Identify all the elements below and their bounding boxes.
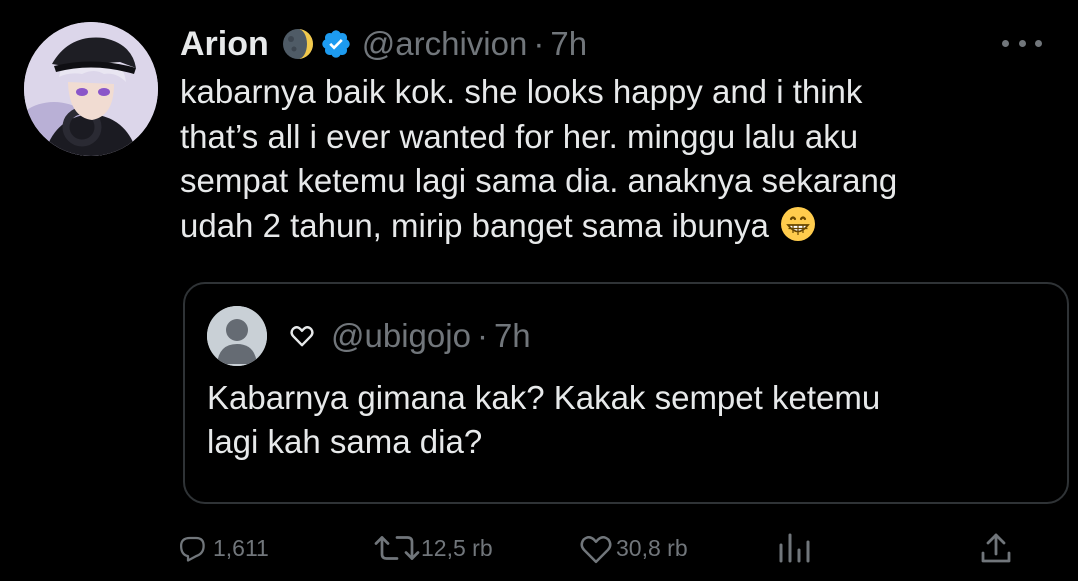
tweet-text-line: that’s all i ever wanted for her. minggu… [180,117,859,155]
tweet-text-line: sempat ketemu lagi sama dia. anaknya sek… [180,162,898,199]
retweet-button[interactable]: 12,5 rb [373,526,493,570]
quoted-tweet[interactable]: @ubigojo · 7h Kabarnya gimana kak? Kakak… [183,282,1069,504]
tweet-text-line: kabarnya baik kok. she looks happy and i… [180,73,863,110]
quoted-handle[interactable]: @ubigojo [331,317,471,355]
like-icon [578,532,614,564]
heart-symbol-icon [289,323,315,349]
default-avatar-icon[interactable] [207,306,267,366]
tweet-text-line-last: udah 2 tahun, mirip banget sama ibunya [180,204,1050,255]
quoted-text-line: lagi kah sama dia? [207,423,483,460]
retweet-count: 12,5 rb [421,534,493,561]
header-separator: · [533,25,545,62]
verified-badge-icon [320,28,352,60]
tweet-header: Arion @archivion · 7h [180,22,587,66]
reply-count: 1,611 [213,534,269,561]
reply-icon [178,533,208,563]
quoted-tweet-header: @ubigojo · 7h [289,314,531,358]
retweet-icon [373,533,421,563]
moon-emoji-icon [281,27,315,61]
quoted-timestamp[interactable]: 7h [494,317,531,355]
action-bar: 1,611 12,5 rb 30,8 rb [0,526,1078,570]
grinning-emoji-icon [779,205,817,255]
tweet-text: kabarnya baik kok. she looks happy and i… [180,70,1050,254]
quoted-text: Kabarnya gimana kak? Kakak sempet ketemu… [207,376,1047,464]
quoted-separator: · [476,317,488,354]
tweet-text-line: udah 2 tahun, mirip banget sama ibunya [180,206,769,244]
like-count: 30,8 rb [616,534,688,561]
analytics-button[interactable] [778,526,812,570]
quoted-text-line: Kabarnya gimana kak? Kakak sempet ketemu [207,379,881,416]
avatar-illustration [24,22,158,156]
reply-button[interactable]: 1,611 [178,526,269,570]
more-icon[interactable] [1002,28,1042,58]
like-button[interactable]: 30,8 rb [578,526,688,570]
author-handle[interactable]: @archivion [362,25,528,63]
analytics-icon [778,531,812,565]
share-button[interactable] [979,526,1013,570]
tweet-timestamp[interactable]: 7h [550,25,587,63]
author-avatar[interactable] [24,22,158,156]
share-icon [979,531,1013,565]
author-name[interactable]: Arion [180,25,269,64]
